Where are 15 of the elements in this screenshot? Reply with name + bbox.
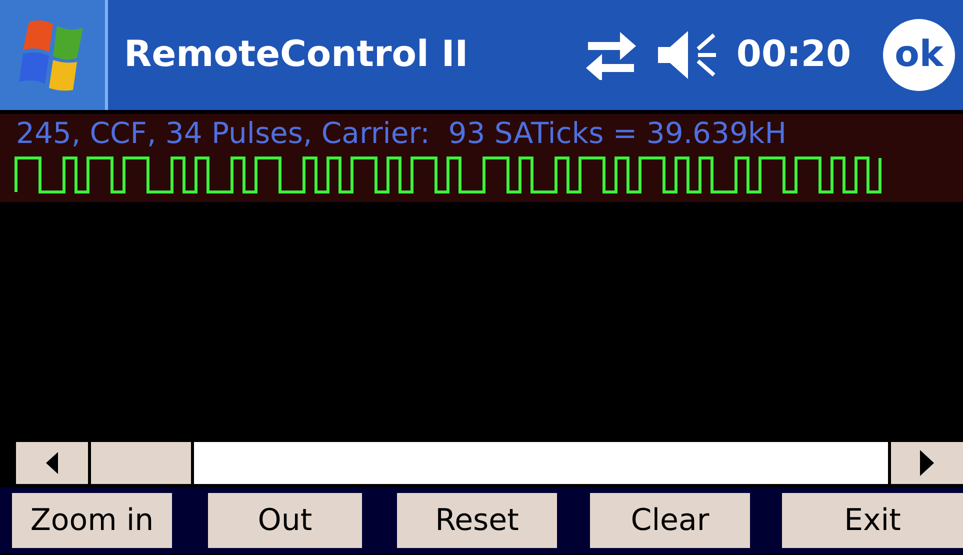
scroll-thumb[interactable] xyxy=(91,442,191,484)
clock-time[interactable]: 00:20 xyxy=(736,28,851,82)
right-arrow-icon xyxy=(920,450,934,476)
toolbar-button[interactable]: Zoom in xyxy=(12,493,172,548)
scroll-left-button[interactable] xyxy=(16,442,88,484)
ok-button[interactable]: ok xyxy=(883,19,955,91)
left-arrow-icon xyxy=(46,452,58,474)
scroll-right-button[interactable] xyxy=(891,442,963,484)
window-title: RemoteControl II xyxy=(124,33,468,77)
toolbar-button[interactable]: Reset xyxy=(397,493,557,548)
scroll-track[interactable] xyxy=(194,442,888,484)
signal-info-text: 245, CCF, 34 Pulses, Carrier: 93 SATicks = 39.639kH xyxy=(15,115,788,152)
toolbar-button[interactable]: Clear xyxy=(590,493,750,548)
toolbar-button[interactable]: Exit xyxy=(782,493,963,548)
toolbar-button[interactable]: Out xyxy=(208,493,362,548)
